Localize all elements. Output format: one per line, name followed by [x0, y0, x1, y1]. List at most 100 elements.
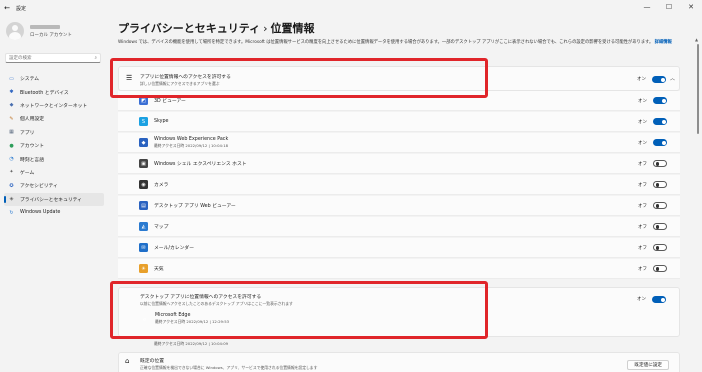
- sidebar-item[interactable]: ✪ アクセシビリティ: [4, 179, 104, 192]
- sidebar-item-label: アカウント: [20, 144, 44, 150]
- sidebar-item[interactable]: ◔ 時刻と言語: [4, 152, 104, 165]
- sidebar-item-icon: ▦: [9, 129, 14, 136]
- app-toggle[interactable]: [653, 139, 667, 146]
- app-last-access: 最終アクセス日時 2022/09/12 | 10:04:18: [154, 142, 229, 148]
- app-toggle[interactable]: [653, 160, 667, 167]
- sidebar-item-label: ネットワークとインターネット: [20, 103, 88, 109]
- set-default-button[interactable]: 既定値に設定: [627, 360, 669, 370]
- default-location-title: 既定の位置: [140, 359, 164, 364]
- app-name: メール/カレンダー: [154, 246, 194, 251]
- app-state: オフ: [638, 245, 647, 251]
- app-icon: S: [139, 117, 148, 126]
- sidebar-item[interactable]: ✎ 個人用設定: [4, 112, 104, 125]
- sidebar-item[interactable]: ↻ Windows Update: [4, 206, 104, 219]
- sidebar-item-label: Windows Update: [20, 210, 61, 216]
- list-item: ◆ Windows Web Experience Pack 最終アクセス日時 202…: [118, 133, 680, 153]
- sidebar-item-icon: ✦: [9, 169, 14, 176]
- app-icon: ▣: [139, 159, 148, 168]
- app-name: 天気: [154, 267, 164, 272]
- sidebar-item[interactable]: ◆ ネットワークとインターネット: [4, 99, 104, 112]
- app-toggle[interactable]: [653, 244, 667, 251]
- sidebar-item[interactable]: ◈ プライバシーとセキュリティ: [4, 192, 104, 206]
- avatar: [6, 22, 24, 40]
- sidebar-item-icon: ↻: [9, 209, 14, 216]
- app-name: Windows Web Experience Pack: [154, 136, 229, 142]
- chevron-up-icon[interactable]: ︿: [670, 75, 675, 82]
- breadcrumb-separator: ›: [263, 22, 268, 35]
- sidebar-item-label: システム: [20, 77, 40, 83]
- search-placeholder: 設定の検索: [9, 56, 32, 61]
- app-icon: ◆: [139, 138, 148, 147]
- maximize-button[interactable]: ☐: [658, 0, 680, 14]
- app-icon: ✉: [139, 243, 148, 252]
- app-toggle[interactable]: [653, 265, 667, 272]
- sidebar-item[interactable]: ▦ アプリ: [4, 126, 104, 139]
- app-name: デスクトップ アプリ Web ビューアー: [154, 204, 236, 209]
- app-toggle[interactable]: [653, 202, 667, 209]
- learn-more-link[interactable]: 詳細情報: [655, 40, 672, 45]
- sidebar-item[interactable]: ✦ ゲーム: [4, 166, 104, 179]
- sidebar-item-icon: ▭: [9, 75, 14, 82]
- list-item: ☀ 天気 オフ: [118, 259, 680, 279]
- close-button[interactable]: ✕: [680, 0, 702, 14]
- sidebar-item-label: Bluetooth とデバイス: [20, 90, 69, 96]
- sidebar-nav: ▭ システム ✱ Bluetooth とデバイス ◆ ネットワークとインターネット ✎ 個人用…: [4, 72, 104, 219]
- app-toggle[interactable]: [653, 223, 667, 230]
- app-state: オン: [638, 98, 647, 104]
- app-state: オフ: [638, 266, 647, 272]
- app-icon: ▤: [139, 201, 148, 210]
- app-name: Windows シェル エクスペリエンス ホスト: [154, 162, 247, 167]
- user-profile[interactable]: ローカル アカウント: [6, 22, 72, 40]
- page-title: プライバシーとセキュリティ › 位置情報: [118, 20, 315, 36]
- back-arrow-icon[interactable]: ←: [0, 4, 14, 12]
- list-item: S Skype オン: [118, 112, 680, 132]
- highlight-box-desktop-access: [110, 281, 488, 339]
- scrollbar[interactable]: [697, 44, 699, 134]
- app-state: オン: [638, 119, 647, 125]
- list-item: ◭ マップ オフ: [118, 217, 680, 237]
- sidebar-item-icon: ◆: [9, 102, 14, 109]
- highlight-box-app-access: [110, 58, 488, 98]
- breadcrumb-parent[interactable]: プライバシーとセキュリティ: [118, 22, 260, 35]
- app-icon: ☀: [139, 264, 148, 273]
- breadcrumb-current: 位置情報: [270, 22, 315, 35]
- app-name: Skype: [154, 119, 169, 124]
- sidebar: ローカル アカウント 設定の検索 ⌕ ▭ システム ✱ Bluetooth とデバイス…: [0, 16, 108, 372]
- list-item: ▤ デスクトップ アプリ Web ビューアー オフ: [118, 196, 680, 216]
- app-toggle[interactable]: [653, 97, 667, 104]
- app-state: オフ: [638, 161, 647, 167]
- sidebar-item-icon: ●: [9, 142, 14, 149]
- default-location-panel: ⌂ 既定の位置 正確な位置情報を検出できない場合に Windows、アプリ、サー…: [118, 352, 680, 372]
- sidebar-item[interactable]: ▭ システム: [4, 72, 104, 85]
- app-state: オフ: [638, 203, 647, 209]
- sidebar-item-icon: ✱: [9, 89, 14, 96]
- sidebar-item-label: プライバシーとセキュリティ: [20, 197, 82, 203]
- desktop-access-toggle[interactable]: [652, 296, 666, 303]
- scroll-up-icon[interactable]: ▲: [695, 37, 698, 42]
- sidebar-item-icon: ◈: [9, 196, 14, 203]
- search-icon: ⌕: [94, 56, 97, 61]
- sidebar-item[interactable]: ● アカウント: [4, 139, 104, 152]
- app-icon: ◉: [139, 180, 148, 189]
- list-item: ▣ Windows シェル エクスペリエンス ホスト オフ: [118, 154, 680, 174]
- sidebar-item-label: 個人用設定: [20, 117, 44, 123]
- account-type: ローカル アカウント: [30, 32, 72, 38]
- app-state: オフ: [638, 182, 647, 188]
- app-name: カメラ: [154, 183, 169, 188]
- app-toggle[interactable]: [653, 118, 667, 125]
- minimize-button[interactable]: —: [636, 0, 658, 14]
- user-name-redacted: [30, 24, 60, 29]
- sidebar-item-icon: ◔: [9, 156, 14, 163]
- app-access-toggle[interactable]: [652, 76, 666, 83]
- window-title: 設定: [16, 5, 27, 12]
- title-bar: ← 設定: [0, 0, 702, 16]
- sidebar-item[interactable]: ✱ Bluetooth とデバイス: [4, 85, 104, 98]
- home-icon: ⌂: [125, 357, 130, 365]
- sidebar-item-label: 時刻と言語: [20, 157, 44, 163]
- sidebar-item-label: アクセシビリティ: [20, 184, 58, 190]
- search-input[interactable]: 設定の検索 ⌕: [5, 53, 101, 63]
- sidebar-item-label: アプリ: [20, 130, 35, 136]
- app-toggle[interactable]: [653, 181, 667, 188]
- page-description: Windows では、デバイスの機能を使用して場所を特定できます。Microso…: [118, 40, 672, 45]
- sidebar-item-label: ゲーム: [20, 170, 35, 176]
